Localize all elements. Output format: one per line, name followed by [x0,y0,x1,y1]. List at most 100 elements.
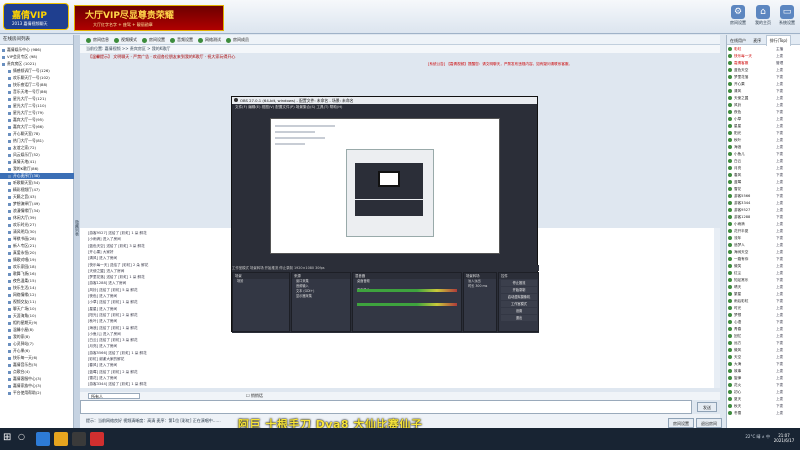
user-list-item[interactable]: 海浪 上麦 [727,144,800,150]
user-list-item[interactable]: 开心果 上麦 [727,81,800,87]
room-tree-item[interactable]: VIP会员专区 (98) [0,54,74,60]
user-list-item[interactable]: 梦里花落 下麦 [727,74,800,80]
room-settings-header-button[interactable]: ⚙ 房间设置 [727,5,749,29]
user-list-item[interactable]: 秋叶 上麦 [727,137,800,143]
audio-settings-button[interactable]: 音频设置 [170,36,193,44]
room-tree-item[interactable]: 情感倾诉厅一号(126) [0,68,74,74]
user-list-item[interactable]: 蓝色天空 上麦 [727,67,800,73]
room-tree-item[interactable]: 音乐天地一号厅(86) [0,89,74,95]
system-tray[interactable]: 22°C 晴 ∧ 中 [700,434,770,446]
user-list-item[interactable]: 天使之翼 上麦 [727,95,800,101]
user-list-item[interactable]: 彩虹 主播 [727,46,800,52]
user-list-item[interactable]: 冬雪 上麦 [727,410,800,416]
tab-ranking[interactable]: 排行(Top) [765,35,792,46]
user-list-item[interactable]: 游客9527 上麦 [727,207,800,213]
room-tree-item[interactable]: 我的家(8) [0,334,74,340]
room-tree-item[interactable]: 视频交友(11) [0,299,74,305]
obs-scene-item[interactable]: 场景 [233,279,289,284]
exit-room-button[interactable]: 退出房间 [696,418,722,428]
system-settings-header-button[interactable]: ▭ 系统设置 [776,5,798,29]
obs-menu-scene-collection[interactable]: 场景集合(S) [296,105,315,109]
user-list-item[interactable]: 快乐每一天 上麦 [727,53,800,59]
room-tree-item[interactable]: 听歌聊天室(54) [0,180,74,186]
obs-studio-mode-button[interactable]: 工作室模式 [501,301,537,307]
user-list-item[interactable]: 夜色 下麦 [727,109,800,115]
obs-virtual-camera-button[interactable]: 启动虚拟摄像机 [501,294,537,300]
room-tree-item[interactable]: 星光大厅三号(79) [0,110,74,116]
user-list-item[interactable]: 晴天 上麦 [727,284,800,290]
user-list-item[interactable]: 花开半夏 上麦 [727,228,800,234]
obs-menu-view[interactable]: 视图(V) [262,105,274,109]
room-tree-item[interactable]: 夜色温柔(15) [0,278,74,284]
room-tree-item[interactable]: 快乐夜话厅二号(88) [0,82,74,88]
windows-start-icon[interactable]: ⊞ [3,433,13,443]
user-list-item[interactable]: 梦想 上麦 [727,312,800,318]
user-list-item[interactable]: 白云 上麦 [727,158,800,164]
user-list-item[interactable]: 回忆 上麦 [727,333,800,339]
room-tree-item[interactable]: 嘉倩客服中心(3) [0,376,74,382]
chat-target-select[interactable]: 所有人 [88,393,140,399]
user-list-item[interactable]: 远方 下麦 [727,340,800,346]
room-tree-item[interactable]: 欢乐时光(27) [0,222,74,228]
user-list-item[interactable]: 知足常乐 下麦 [727,277,800,283]
chat-input[interactable] [80,400,692,414]
room-tree-item[interactable]: 浪漫情缘厅(34) [0,208,74,214]
obs-stop-stream-button[interactable]: 停止推流 [501,280,537,286]
user-list-item[interactable]: 嘉倩客服 管理 [727,60,800,66]
room-tree-item[interactable]: 嘉倩音乐台(5) [0,362,74,368]
obs-menu-tools[interactable]: 工具(T) [316,105,328,109]
search-icon[interactable]: ○ [18,432,30,444]
user-list-item[interactable]: 微风 上麦 [727,347,800,353]
user-list-item[interactable]: 蓝莓 上麦 [727,179,800,185]
room-tree-item[interactable]: 热门大厅一号(81) [0,138,74,144]
chat-app-icon[interactable] [90,432,104,446]
user-list-item[interactable]: 小草 上麦 [727,116,800,122]
room-tree-item[interactable]: 精彩视频厅(47) [0,187,74,193]
home-header-button[interactable]: ⌂ 我的主页 [752,5,774,29]
room-tree-item[interactable]: 网络情缘(12) [0,292,74,298]
user-list-item[interactable]: 雪花 上麦 [727,186,800,192]
room-tree-item[interactable]: 聊天广场(10) [0,306,74,312]
room-tree-item[interactable]: 友谊之家(72) [0,145,74,151]
obs-duration-value[interactable]: 300 ms [475,284,487,288]
obs-source-item[interactable]: 显示器采集 [292,294,350,299]
user-list-item[interactable]: 心语 下麦 [727,319,800,325]
room-tree-item[interactable]: 星光大厅二号(110) [0,103,74,109]
user-list-item[interactable]: 秋天 下麦 [727,403,800,409]
room-tree-item[interactable]: 欢乐家园(18) [0,264,74,270]
room-tree-item[interactable]: 快乐每一天(6) [0,355,74,361]
room-tree-item[interactable]: 真爱永恒(20) [0,250,74,256]
user-list-item[interactable]: 红尘 上麦 [727,270,800,276]
user-list-item[interactable]: 星星 上麦 [727,123,800,129]
user-list-item[interactable]: 游客5566 下麦 [727,193,800,199]
room-info-button[interactable]: 房间信息 [86,36,109,44]
user-list-item[interactable]: 风铃 上麦 [727,102,800,108]
user-list-item[interactable]: 初心 上麦 [727,389,800,395]
folder-app-icon[interactable] [54,432,68,446]
room-tree-item[interactable]: 嘉倩娱乐中心 (986) [0,47,74,53]
obs-menu-file[interactable]: 文件(F) [235,105,247,109]
room-tree-item[interactable]: 嘉宾大厅一号(95) [0,117,74,123]
room-tree-item[interactable]: 天籁之音(43) [0,194,74,200]
user-list-item[interactable]: 繁星 上麦 [727,291,800,297]
room-tree-item[interactable]: 心灵驿站(7) [0,341,74,347]
room-tree-item[interactable]: 天涯海角(10) [0,313,74,319]
obs-window[interactable]: OBS 27.0.1 (64-bit, windows) - 配置文件: 未命名… [231,96,539,333]
room-tree-item[interactable]: 新人专区(21) [0,243,74,249]
room-tree-item[interactable]: 清风明月(30) [0,229,74,235]
user-list-item[interactable]: 青春 上麦 [727,326,800,332]
room-tree-item[interactable]: 快乐生活(14) [0,285,74,291]
user-list-item[interactable]: 流年 下麦 [727,235,800,241]
user-list-item[interactable]: 清风 下麦 [727,88,800,94]
private-message-checkbox[interactable]: ☐ 悄悄话 [246,393,263,399]
user-list-item[interactable]: 游客3344 上麦 [727,200,800,206]
obs-exit-button[interactable]: 退出 [501,315,537,321]
room-tree-item[interactable]: 开心聊天室(78) [0,131,74,137]
obs-app-icon[interactable] [72,432,86,446]
room-tree-item[interactable]: 休闲大厅(39) [0,215,74,221]
tab-mic-queue[interactable]: 麦序 [750,36,764,46]
obs-title-bar[interactable]: OBS 27.0.1 (64-bit, windows) - 配置文件: 未命名… [232,97,537,104]
room-tree-item[interactable]: 平台使用帮助(2) [0,390,74,396]
video-mode-button[interactable]: 视频模式 [114,36,137,44]
room-tree-item[interactable]: 梦想演绎厅(49) [0,201,74,207]
